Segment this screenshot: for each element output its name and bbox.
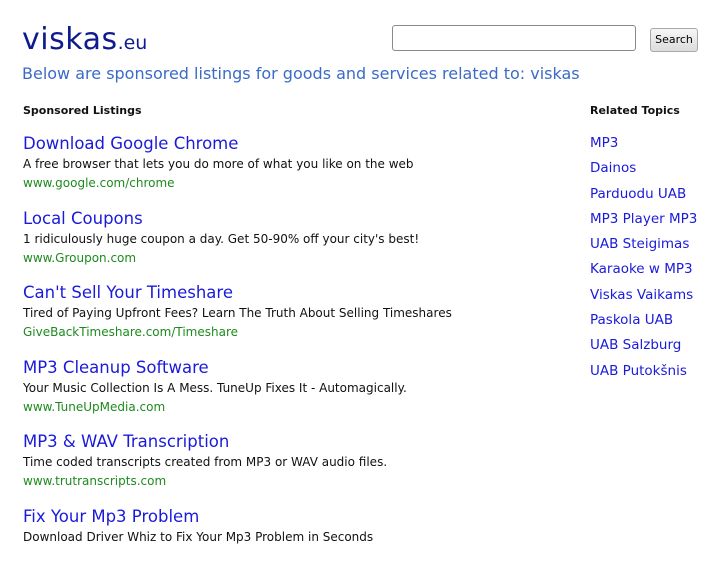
sponsored-listings-heading: Sponsored Listings — [23, 104, 142, 117]
related-topic-link[interactable]: UAB Steigimas — [590, 234, 725, 259]
listing-title-link[interactable]: MP3 & WAV Transcription — [23, 431, 563, 453]
related-topic-link[interactable]: Karaoke w MP3 — [590, 259, 725, 284]
listing-title-link[interactable]: MP3 Cleanup Software — [23, 357, 563, 379]
listing-item: MP3 Cleanup Software Your Music Collecti… — [23, 357, 563, 432]
sponsored-listings: Download Google Chrome A free browser th… — [23, 133, 563, 581]
related-topic-link[interactable]: MP3 Player MP3 — [590, 209, 725, 234]
listing-item: Fix Your Mp3 Problem Download Driver Whi… — [23, 506, 563, 581]
listing-item: Local Coupons 1 ridiculously huge coupon… — [23, 208, 563, 283]
listing-description: Download Driver Whiz to Fix Your Mp3 Pro… — [23, 529, 374, 544]
listing-title-link[interactable]: Can't Sell Your Timeshare — [23, 282, 563, 304]
listing-description: 1 ridiculously huge coupon a day. Get 50… — [23, 231, 420, 246]
listing-item: Download Google Chrome A free browser th… — [23, 133, 563, 208]
listing-title-link[interactable]: Download Google Chrome — [23, 133, 563, 155]
listing-description: Tired of Paying Upfront Fees? Learn The … — [23, 306, 452, 321]
listing-item: Can't Sell Your Timeshare Tired of Payin… — [23, 282, 563, 357]
logo-tld-text: .eu — [117, 32, 148, 54]
listing-url[interactable]: www.Groupon.com — [23, 248, 563, 268]
listing-url[interactable]: www.trutranscripts.com — [23, 471, 563, 491]
related-topic-link[interactable]: Paskola UAB — [590, 310, 725, 335]
logo-main-text: viskas — [22, 22, 118, 57]
listing-item: MP3 & WAV Transcription Time coded trans… — [23, 431, 563, 506]
related-topics-heading: Related Topics — [590, 104, 680, 117]
related-topic-link[interactable]: Viskas Vaikams — [590, 285, 725, 310]
listing-url[interactable]: www.TuneUpMedia.com — [23, 397, 563, 417]
listing-url[interactable]: www.google.com/chrome — [23, 173, 563, 193]
related-topics-list: MP3 Dainos Parduodu UAB MP3 Player MP3 U… — [590, 133, 725, 386]
listing-description: Time coded transcripts created from MP3 … — [23, 455, 388, 470]
related-topic-link[interactable]: Dainos — [590, 158, 725, 183]
listing-url[interactable]: GiveBackTimeshare.com/Timeshare — [23, 322, 563, 342]
listing-title-link[interactable]: Local Coupons — [23, 208, 563, 230]
listing-description: A free browser that lets you do more of … — [23, 157, 414, 171]
site-logo[interactable]: viskas.eu — [22, 22, 147, 57]
listing-description: Your Music Collection Is A Mess. TuneUp … — [23, 380, 407, 395]
search-input[interactable] — [392, 25, 636, 51]
related-topic-link[interactable]: UAB Salzburg — [590, 335, 725, 360]
related-topic-link[interactable]: MP3 — [590, 133, 725, 158]
related-topic-link[interactable]: Parduodu UAB — [590, 184, 725, 209]
search-button[interactable]: Search — [650, 28, 698, 52]
page-subtitle: Below are sponsored listings for goods a… — [22, 64, 580, 83]
related-topic-link[interactable]: UAB Putokšnis — [590, 361, 725, 386]
listing-title-link[interactable]: Fix Your Mp3 Problem — [23, 506, 563, 528]
